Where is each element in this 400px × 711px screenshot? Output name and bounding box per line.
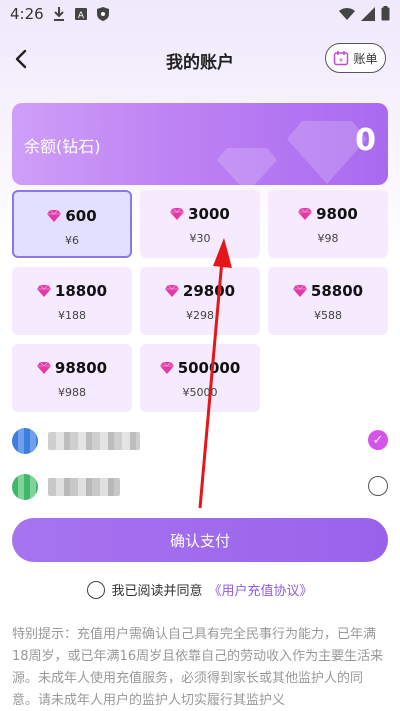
nav-bar: 我的账户 ¥ 账单 [0,36,400,82]
package-amount: 600 [65,207,97,225]
payment-method-name-redacted [48,478,120,496]
payment-method-row[interactable]: ✓ [12,424,388,460]
payment-method-icon [12,474,38,500]
package-price: ¥188 [58,309,86,322]
balance-value: 0 [355,123,376,158]
package-amount: 500000 [177,359,241,377]
package-tile[interactable]: 58800 ¥588 [268,267,388,335]
package-amount: 3000 [188,205,230,223]
package-price: ¥5000 [182,386,218,399]
diamond-icon [36,285,51,297]
package-tile[interactable]: 500000 ¥5000 [140,344,260,412]
package-tile[interactable]: 3000 ¥30 [140,190,260,258]
package-tile[interactable]: 98800 ¥988 [12,344,132,412]
svg-text:¥: ¥ [340,58,344,65]
agreement-link[interactable]: 《用户充值协议》 [209,580,313,599]
payment-method-icon [12,428,38,454]
package-amount: 58800 [310,282,364,300]
payment-selected-check-icon[interactable]: ✓ [368,430,388,450]
diamond-icon [47,210,62,222]
package-price: ¥298 [186,309,214,322]
signal-icon [361,6,375,21]
package-amount: 98800 [54,359,108,377]
special-notice: 特别提示：充值用户需确认自己具有完全民事行为能力，已年满18周岁，或已年满16周… [12,627,384,708]
gem-decoration-icon [217,148,277,185]
diamond-icon [292,285,307,297]
confirm-pay-button[interactable]: 确认支付 [12,518,388,562]
package-tile[interactable]: 29800 ¥298 [140,267,260,335]
package-price: ¥988 [58,386,86,399]
package-tile[interactable]: 18800 ¥188 [12,267,132,335]
package-tile[interactable]: 600 ¥6 [12,190,132,258]
agreement-text: 我已阅读并同意 [111,584,203,599]
diamond-icon [164,285,179,297]
package-amount: 9800 [316,205,358,223]
shield-icon [97,7,109,21]
diamond-icon [36,362,51,374]
agreement-checkbox[interactable] [87,580,106,599]
package-price: ¥98 [317,232,339,245]
balance-label: 余额(钻石) [24,137,101,156]
system-icons [339,6,390,21]
payment-radio[interactable] [368,476,388,496]
diamond-icon [159,362,174,374]
battery-icon [381,6,390,21]
status-time: 4:26 [10,5,44,23]
package-tile[interactable]: 9800 ¥98 [268,190,388,258]
diamond-icon [170,208,185,220]
diamond-icon [298,208,313,220]
download-icon [54,7,64,21]
agreement-row: 我已阅读并同意 《用户充值协议》 [0,580,400,599]
svg-text:A: A [78,11,85,21]
bill-label: 账单 [353,51,378,66]
package-price: ¥588 [314,309,342,322]
calendar-icon: ¥ [334,51,349,66]
status-bar: 4:26 A [0,0,400,28]
balance-card: 余额(钻石) 0 [12,103,388,185]
package-amount: 29800 [182,282,236,300]
package-amount: 18800 [54,282,108,300]
payment-method-row[interactable] [12,470,388,506]
package-price: ¥6 [65,234,79,247]
package-price: ¥30 [189,232,211,245]
wifi-icon [339,7,355,20]
font-icon: A [75,8,87,21]
payment-method-name-redacted [48,432,140,450]
notification-icons: A [52,6,110,22]
bill-button[interactable]: ¥ 账单 [325,43,386,73]
